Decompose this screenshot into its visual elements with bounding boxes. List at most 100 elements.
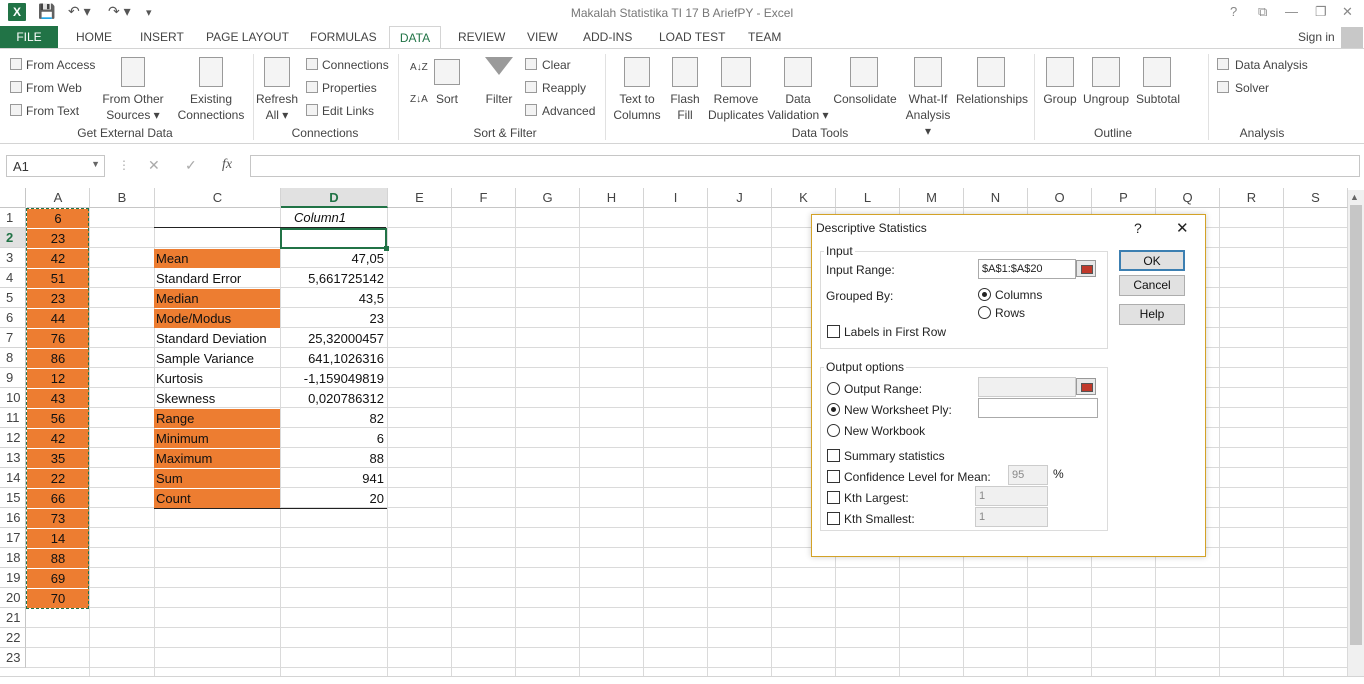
help-button[interactable]: Help xyxy=(1119,304,1185,325)
reapply-button[interactable]: Reapply xyxy=(542,81,586,95)
kth-smallest-label[interactable]: Kth Smallest: xyxy=(844,512,915,526)
group-button[interactable]: Group xyxy=(1040,91,1080,107)
consolidate-button[interactable]: Consolidate xyxy=(832,91,898,107)
input-range-field[interactable]: $A$1:$A$20 xyxy=(978,259,1076,279)
kth-smallest-checkbox[interactable] xyxy=(827,512,840,525)
existing-connections-button[interactable]: Existing Connections xyxy=(173,91,249,123)
output-range-radio[interactable] xyxy=(827,382,840,395)
labels-first-row-checkbox[interactable] xyxy=(827,325,840,338)
tab-home[interactable]: HOME xyxy=(76,30,112,44)
stat-value[interactable]: 88 xyxy=(281,449,386,468)
data-analysis-button[interactable]: Data Analysis xyxy=(1235,58,1308,72)
column-header-a[interactable]: A xyxy=(27,188,90,208)
row-header-5[interactable]: 5 xyxy=(0,288,26,308)
stat-value[interactable]: 23 xyxy=(281,309,386,328)
remove-duplicates-button[interactable]: Remove Duplicates xyxy=(706,91,766,123)
subtotal-button[interactable]: Subtotal xyxy=(1132,91,1184,107)
clear-button[interactable]: Clear xyxy=(542,58,571,72)
ok-button[interactable]: OK xyxy=(1119,250,1185,271)
stat-label[interactable]: Mode/Modus xyxy=(154,309,280,328)
row-header-10[interactable]: 10 xyxy=(0,388,26,408)
stat-label[interactable]: Median xyxy=(154,289,280,308)
row-header-4[interactable]: 4 xyxy=(0,268,26,288)
tab-formulas[interactable]: FORMULAS xyxy=(310,30,377,44)
stat-value[interactable]: 0,020786312 xyxy=(281,389,386,408)
column-header-h[interactable]: H xyxy=(580,188,644,208)
properties-button[interactable]: Properties xyxy=(322,81,377,95)
confidence-level-checkbox[interactable] xyxy=(827,470,840,483)
rows-label[interactable]: Rows xyxy=(995,306,1025,320)
tab-data[interactable]: DATA xyxy=(389,26,441,49)
stat-value[interactable]: -1,159049819 xyxy=(281,369,386,388)
row-header-7[interactable]: 7 xyxy=(0,328,26,348)
flash-fill-button[interactable]: Flash Fill xyxy=(666,91,704,123)
maximize-icon[interactable]: ❐ xyxy=(1315,4,1327,20)
row-header-13[interactable]: 13 xyxy=(0,448,26,468)
avatar[interactable] xyxy=(1341,27,1363,49)
from-web-button[interactable]: From Web xyxy=(26,81,82,95)
column-header-j[interactable]: J xyxy=(708,188,772,208)
stat-label[interactable]: Sample Variance xyxy=(154,349,280,368)
sort-za-icon[interactable]: Z↓A xyxy=(410,94,428,105)
confidence-level-label[interactable]: Confidence Level for Mean: xyxy=(844,470,991,484)
row-header-2[interactable]: 2 xyxy=(0,228,26,248)
confidence-level-field[interactable]: 95 xyxy=(1008,465,1048,485)
name-box[interactable]: A1 ▼ xyxy=(6,155,105,177)
ungroup-button[interactable]: Ungroup xyxy=(1080,91,1132,107)
stat-value[interactable]: 25,32000457 xyxy=(281,329,386,348)
tab-insert[interactable]: INSERT xyxy=(140,30,184,44)
output-range-collapse-icon[interactable] xyxy=(1076,378,1096,395)
kth-largest-field[interactable]: 1 xyxy=(975,486,1048,506)
tab-page-layout[interactable]: PAGE LAYOUT xyxy=(206,30,289,44)
row-header-12[interactable]: 12 xyxy=(0,428,26,448)
sign-in-link[interactable]: Sign in xyxy=(1298,30,1335,44)
row-header-18[interactable]: 18 xyxy=(0,548,26,568)
row-header-11[interactable]: 11 xyxy=(0,408,26,428)
dialog-close-icon[interactable]: ✕ xyxy=(1176,219,1189,237)
from-access-button[interactable]: From Access xyxy=(26,58,95,72)
kth-largest-checkbox[interactable] xyxy=(827,491,840,504)
scroll-up-icon[interactable]: ▲ xyxy=(1350,192,1359,202)
labels-first-row-label[interactable]: Labels in First Row xyxy=(844,325,946,339)
column-header-i[interactable]: I xyxy=(644,188,708,208)
from-other-sources-button[interactable]: From Other Sources ▾ xyxy=(98,91,168,123)
column-header-m[interactable]: M xyxy=(900,188,964,208)
column-header-k[interactable]: K xyxy=(772,188,836,208)
what-if-analysis-button[interactable]: What-If Analysis ▾ xyxy=(902,91,954,139)
data-validation-button[interactable]: Data Validation ▾ xyxy=(766,91,830,123)
text-to-columns-button[interactable]: Text to Columns xyxy=(612,91,662,123)
row-header-19[interactable]: 19 xyxy=(0,568,26,588)
stat-value[interactable]: 82 xyxy=(281,409,386,428)
select-all-corner[interactable] xyxy=(0,188,26,208)
stat-label[interactable]: Skewness xyxy=(154,389,280,408)
stat-label[interactable]: Standard Error xyxy=(154,269,280,288)
output-range-label[interactable]: Output Range: xyxy=(844,382,922,396)
enter-icon[interactable]: ✓ xyxy=(185,157,197,174)
input-range-collapse-icon[interactable] xyxy=(1076,260,1096,277)
summary-statistics-label[interactable]: Summary statistics xyxy=(844,449,945,463)
formula-input[interactable] xyxy=(250,155,1360,177)
row-header-23[interactable]: 23 xyxy=(0,648,26,668)
refresh-all-button[interactable]: Refresh All ▾ xyxy=(254,91,300,123)
column-header-e[interactable]: E xyxy=(388,188,452,208)
stat-label[interactable]: Minimum xyxy=(154,429,280,448)
sort-az-icon[interactable]: A↓Z xyxy=(410,62,428,73)
row-header-17[interactable]: 17 xyxy=(0,528,26,548)
row-header-1[interactable]: 1 xyxy=(0,208,26,228)
columns-label[interactable]: Columns xyxy=(995,288,1042,302)
connections-button[interactable]: Connections xyxy=(322,58,389,72)
row-header-22[interactable]: 22 xyxy=(0,628,26,648)
column-header-c[interactable]: C xyxy=(155,188,281,208)
tab-file[interactable]: FILE xyxy=(0,26,58,48)
row-header-14[interactable]: 14 xyxy=(0,468,26,488)
stat-value[interactable]: 47,05 xyxy=(281,249,386,268)
stat-value[interactable]: 6 xyxy=(281,429,386,448)
column-header-n[interactable]: N xyxy=(964,188,1028,208)
solver-button[interactable]: Solver xyxy=(1235,81,1269,95)
row-header-8[interactable]: 8 xyxy=(0,348,26,368)
fill-handle[interactable] xyxy=(384,246,389,251)
row-header-21[interactable]: 21 xyxy=(0,608,26,628)
stat-label[interactable]: Maximum xyxy=(154,449,280,468)
dialog-help-icon[interactable]: ? xyxy=(1134,220,1142,236)
column-header-s[interactable]: S xyxy=(1284,188,1348,208)
